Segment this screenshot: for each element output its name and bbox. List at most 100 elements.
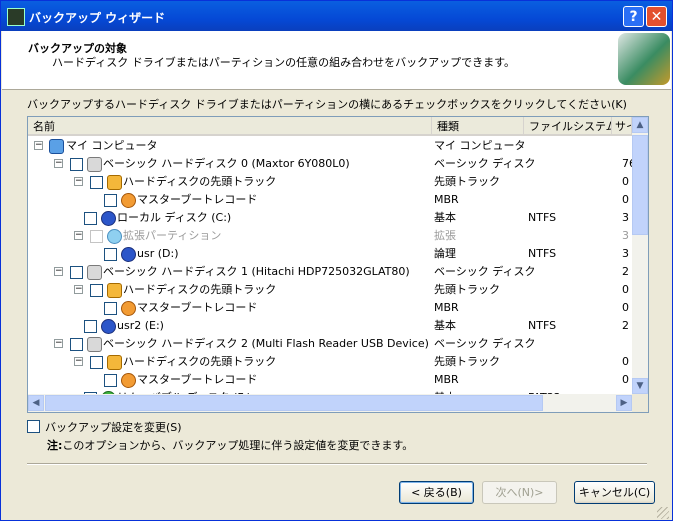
resize-grip[interactable]	[657, 507, 669, 519]
close-button[interactable]: ✕	[646, 6, 667, 27]
scroll-right-button[interactable]: ▶	[616, 395, 632, 411]
tree-checkbox[interactable]	[84, 320, 97, 333]
expander-toggle[interactable]: −	[74, 285, 83, 294]
tree-cell-fs: NTFS	[528, 211, 557, 224]
tree-checkbox[interactable]	[90, 284, 103, 297]
tree-checkbox[interactable]	[104, 374, 117, 387]
tree-cell-type: ベーシック ディスク	[434, 157, 536, 170]
tree-cell-size: 3	[622, 211, 629, 224]
tree-row[interactable]: マスターブートレコード MBR 0	[28, 191, 632, 209]
tree-checkbox[interactable]	[70, 266, 83, 279]
column-header-size[interactable]: サイ	[612, 117, 632, 136]
tree-checkbox[interactable]	[104, 194, 117, 207]
tree-cell-size: 2	[622, 265, 629, 278]
tree-row[interactable]: − ハードディスクの先頭トラック 先頭トラック 0	[28, 173, 632, 191]
tree-cell-type: 拡張	[434, 229, 456, 242]
tree-checkbox[interactable]	[90, 356, 103, 369]
tree-row[interactable]: マスターブートレコード MBR 0	[28, 299, 632, 317]
tree-cell-size: 2	[622, 319, 629, 332]
expander-toggle[interactable]: −	[74, 231, 83, 240]
column-header-type[interactable]: 種類	[432, 117, 524, 136]
hard-disk-icon	[87, 337, 102, 352]
tree-row[interactable]: − ベーシック ハードディスク 0 (Maxtor 6Y080L0) ベーシック デ…	[28, 155, 636, 173]
volume-icon	[121, 247, 136, 262]
tree-checkbox[interactable]	[104, 302, 117, 315]
tree-cell-size: 0	[622, 283, 629, 296]
tree-cell-fs: NTFS	[528, 319, 557, 332]
tree-row[interactable]: usr (D:) 論理 NTFS 3	[28, 245, 632, 263]
tree-cell-name: ベーシック ハードディスク 0 (Maxtor 6Y080L0)	[103, 157, 350, 170]
title-bar[interactable]: バックアップ ウィザード ? ✕	[1, 1, 672, 31]
wizard-header: バックアップの対象 ハードディスク ドライブまたはパーティションの任意の組み合わ…	[2, 31, 671, 90]
column-header-name[interactable]: 名前	[28, 117, 432, 136]
disk-tree-list[interactable]: 名前 種類 ファイルシステム サイ −マイ コンピュータマイ コンピュータ−ベー…	[27, 116, 649, 413]
volume-icon	[101, 319, 116, 334]
tree-cell-name: ハードディスクの先頭トラック	[123, 175, 277, 188]
tree-cell-name: usr (D:)	[137, 247, 179, 260]
track-icon	[107, 283, 122, 298]
horizontal-scroll-thumb[interactable]	[45, 395, 543, 411]
tree-row[interactable]: − ハードディスクの先頭トラック 先頭トラック 0	[28, 281, 632, 299]
hard-disk-icon	[87, 157, 102, 172]
tree-checkbox[interactable]	[104, 248, 117, 261]
mbr-icon	[121, 193, 136, 208]
vertical-scroll-thumb[interactable]	[632, 135, 648, 235]
scroll-down-button[interactable]: ▼	[632, 378, 648, 394]
tree-cell-name: マスターブートレコード	[137, 301, 258, 314]
column-header-filesystem[interactable]: ファイルシステム	[524, 117, 612, 136]
tree-row[interactable]: − ベーシック ハードディスク 1 (Hitachi HDP725032GLAT8…	[28, 263, 632, 281]
tree-row[interactable]: − マイ コンピュータ マイ コンピュータ	[28, 137, 632, 155]
tree-checkbox[interactable]	[90, 230, 103, 243]
cancel-button[interactable]: キャンセル(C)	[574, 481, 655, 504]
horizontal-scrollbar[interactable]: ◀ ▶	[28, 394, 632, 412]
tree-cell-type: 論理	[434, 247, 456, 260]
tree-cell-type: ベーシック ディスク	[434, 337, 536, 350]
computer-icon	[49, 139, 64, 154]
tree-cell-type: マイ コンピュータ	[434, 139, 526, 152]
instruction-label: バックアップするハードディスク ドライブまたはパーティションの横にあるチェックボ…	[27, 98, 627, 111]
expander-toggle[interactable]: −	[74, 357, 83, 366]
vertical-scrollbar[interactable]: ▲ ▼	[632, 117, 648, 394]
expander-toggle[interactable]: −	[54, 267, 63, 276]
tree-row[interactable]: ローカル ディスク (C:) 基本 NTFS 3	[28, 209, 632, 227]
expander-toggle[interactable]: −	[74, 177, 83, 186]
tree-cell-name: usr2 (E:)	[117, 319, 164, 332]
back-button[interactable]: < 戻る(B)	[399, 481, 474, 504]
tree-checkbox[interactable]	[70, 158, 83, 171]
scrollbar-corner	[632, 394, 648, 412]
note-text: このオプションから、バックアップ処理に伴う設定値を変更できます。	[62, 439, 414, 452]
scroll-up-button[interactable]: ▲	[632, 117, 648, 133]
tree-checkbox[interactable]	[70, 338, 83, 351]
extended-partition-icon	[107, 229, 122, 244]
tree-checkbox[interactable]	[84, 212, 97, 225]
tree-cell-type: 先頭トラック	[434, 355, 500, 368]
tree-row[interactable]: − 拡張パーティション 拡張 3	[28, 227, 632, 245]
mbr-icon	[121, 373, 136, 388]
tree-cell-name: マイ コンピュータ	[66, 139, 158, 152]
tree-row[interactable]: − ハードディスクの先頭トラック 先頭トラック 0	[28, 353, 632, 371]
track-icon	[107, 355, 122, 370]
tree-cell-name: 拡張パーティション	[123, 229, 222, 242]
next-button[interactable]: 次へ(N)>	[482, 481, 557, 504]
expander-toggle[interactable]: −	[54, 159, 63, 168]
tree-row[interactable]: マスターブートレコード MBR 0	[28, 371, 632, 389]
expander-toggle[interactable]: −	[54, 339, 63, 348]
scroll-left-button[interactable]: ◀	[28, 395, 44, 411]
app-icon	[7, 8, 25, 26]
tree-cell-fs: NTFS	[528, 247, 557, 260]
expander-toggle[interactable]: −	[34, 141, 43, 150]
tree-cell-type: ベーシック ディスク	[434, 265, 536, 278]
tree-row[interactable]: − ベーシック ハードディスク 2 (Multi Flash Reader USB…	[28, 335, 632, 353]
backup-disc-icon	[618, 33, 670, 85]
tree-cell-size: 0	[622, 301, 629, 314]
tree-cell-name: ベーシック ハードディスク 1 (Hitachi HDP725032GLAT80…	[103, 265, 410, 278]
help-button[interactable]: ?	[623, 6, 644, 27]
header-subtitle: ハードディスク ドライブまたはパーティションの任意の組み合わせをバックアップでき…	[52, 56, 515, 69]
tree-cell-type: 先頭トラック	[434, 175, 500, 188]
tree-cell-type: 先頭トラック	[434, 283, 500, 296]
change-settings-checkbox[interactable]	[27, 420, 40, 433]
tree-cell-name: ローカル ディスク (C:)	[117, 211, 232, 224]
change-settings-label[interactable]: バックアップ設定を変更(S)	[45, 419, 182, 435]
tree-checkbox[interactable]	[90, 176, 103, 189]
tree-row[interactable]: usr2 (E:) 基本 NTFS 2	[28, 317, 632, 335]
